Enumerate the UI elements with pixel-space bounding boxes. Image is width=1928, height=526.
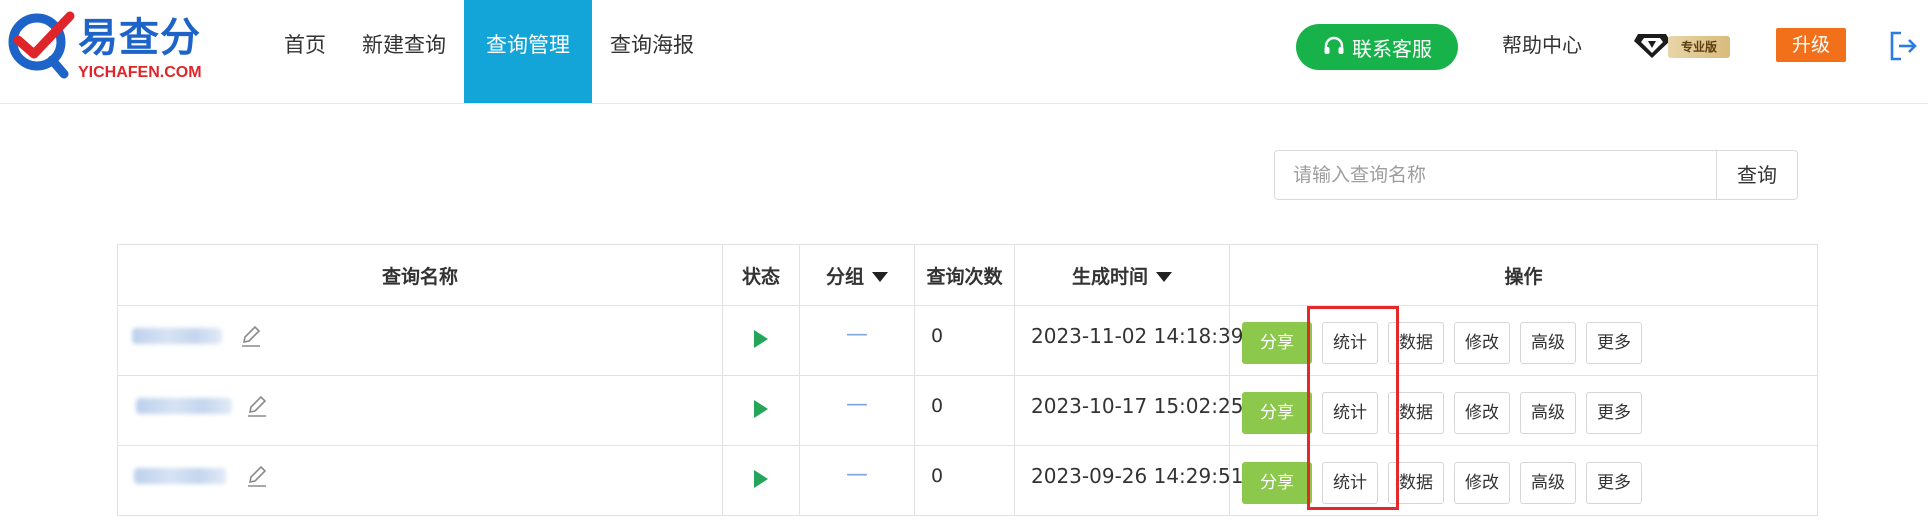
- column-header-name: 查询名称: [117, 244, 723, 306]
- advanced-button[interactable]: 高级: [1520, 322, 1576, 364]
- query-count: 0: [914, 375, 1015, 446]
- column-header-group[interactable]: 分组: [799, 244, 915, 306]
- data-button[interactable]: 数据: [1388, 392, 1444, 434]
- stats-button[interactable]: 统计: [1322, 462, 1378, 504]
- query-table: 查询名称 状态 分组 查询次数 生成时间 操作 — 0 2023-11-02 1…: [117, 244, 1818, 516]
- query-count: 0: [914, 445, 1015, 516]
- created-time: 2023-10-17 15:02:25: [1014, 375, 1243, 446]
- group-cell: —: [799, 305, 915, 376]
- edit-pencil-icon[interactable]: [240, 324, 262, 348]
- data-button[interactable]: 数据: [1388, 322, 1444, 364]
- edit-button[interactable]: 修改: [1454, 462, 1510, 504]
- play-icon[interactable]: [754, 330, 768, 348]
- advanced-button[interactable]: 高级: [1520, 462, 1576, 504]
- logo[interactable]: 易查分 YICHAFEN.COM: [4, 10, 214, 81]
- table-row: — 0 2023-11-02 14:18:39 分享 统计 数据 修改 高级 更…: [117, 305, 1818, 376]
- column-header-group-label: 分组: [825, 265, 864, 288]
- edit-pencil-icon[interactable]: [246, 464, 268, 488]
- table-row: — 0 2023-09-26 14:29:51 分享 统计 数据 修改 高级 更…: [117, 445, 1818, 516]
- column-header-status: 状态: [722, 244, 800, 306]
- query-name-cell: [117, 375, 723, 446]
- nav-home[interactable]: 首页: [266, 0, 344, 103]
- status-cell: [722, 445, 800, 516]
- nav-query-management[interactable]: 查询管理: [464, 0, 592, 103]
- status-cell: [722, 375, 800, 446]
- status-cell: [722, 305, 800, 376]
- share-button[interactable]: 分享: [1242, 322, 1312, 364]
- vip-level-label: 专业版: [1668, 36, 1730, 58]
- group-value[interactable]: —: [846, 392, 868, 417]
- blurred-query-name[interactable]: [136, 398, 232, 414]
- play-icon[interactable]: [754, 470, 768, 488]
- created-time: 2023-11-02 14:18:39: [1014, 305, 1243, 376]
- help-center-link[interactable]: 帮助中心: [1502, 30, 1582, 60]
- created-time: 2023-09-26 14:29:51: [1014, 445, 1243, 516]
- table-row: — 0 2023-10-17 15:02:25 分享 统计 数据 修改 高级 更…: [117, 375, 1818, 446]
- more-button[interactable]: 更多: [1586, 322, 1642, 364]
- search-input[interactable]: [1275, 151, 1716, 199]
- edit-pencil-icon[interactable]: [246, 394, 268, 418]
- table-header-row: 查询名称 状态 分组 查询次数 生成时间 操作: [117, 244, 1818, 306]
- stats-button[interactable]: 统计: [1322, 322, 1378, 364]
- stats-button[interactable]: 统计: [1322, 392, 1378, 434]
- query-name-cell: [117, 445, 723, 516]
- more-button[interactable]: 更多: [1586, 462, 1642, 504]
- search-box: 查询: [1274, 150, 1798, 200]
- column-header-time[interactable]: 生成时间: [1014, 244, 1230, 306]
- blurred-query-name[interactable]: [132, 328, 222, 344]
- ops-cell: 分享 统计 数据 修改 高级 更多: [1229, 305, 1818, 376]
- column-header-time-label: 生成时间: [1071, 265, 1148, 288]
- top-header: 易查分 YICHAFEN.COM 首页 新建查询 查询管理 查询海报 联系客服 …: [0, 0, 1928, 104]
- logo-icon: [8, 11, 75, 79]
- column-header-ops: 操作: [1229, 244, 1818, 306]
- main-nav: 首页 新建查询 查询管理 查询海报: [266, 0, 712, 103]
- logo-subtext: YICHAFEN.COM: [78, 64, 202, 81]
- upgrade-button[interactable]: 升级: [1776, 28, 1846, 62]
- group-value[interactable]: —: [846, 462, 868, 487]
- dropdown-arrow-icon: [872, 272, 888, 282]
- contact-support-label: 联系客服: [1352, 36, 1432, 61]
- advanced-button[interactable]: 高级: [1520, 392, 1576, 434]
- share-button[interactable]: 分享: [1242, 462, 1312, 504]
- nav-query-poster[interactable]: 查询海报: [592, 0, 712, 103]
- blurred-query-name[interactable]: [134, 468, 226, 484]
- data-button[interactable]: 数据: [1388, 462, 1444, 504]
- headset-icon: [1324, 36, 1344, 54]
- nav-new-query[interactable]: 新建查询: [344, 0, 464, 103]
- group-cell: —: [799, 375, 915, 446]
- column-header-count: 查询次数: [914, 244, 1015, 306]
- share-button[interactable]: 分享: [1242, 392, 1312, 434]
- vip-badge[interactable]: 专业版: [1632, 30, 1732, 60]
- query-count: 0: [914, 305, 1015, 376]
- search-button[interactable]: 查询: [1716, 151, 1797, 199]
- contact-support-button[interactable]: 联系客服: [1296, 24, 1458, 70]
- logo-text: 易查分: [78, 15, 201, 61]
- diamond-icon: [1634, 34, 1670, 58]
- ops-cell: 分享 统计 数据 修改 高级 更多: [1229, 445, 1818, 516]
- sort-arrow-icon: [1156, 272, 1172, 282]
- ops-cell: 分享 统计 数据 修改 高级 更多: [1229, 375, 1818, 446]
- edit-button[interactable]: 修改: [1454, 392, 1510, 434]
- edit-button[interactable]: 修改: [1454, 322, 1510, 364]
- query-name-cell: [117, 305, 723, 376]
- logout-icon[interactable]: [1888, 30, 1918, 62]
- group-cell: —: [799, 445, 915, 516]
- play-icon[interactable]: [754, 400, 768, 418]
- group-value[interactable]: —: [846, 322, 868, 347]
- more-button[interactable]: 更多: [1586, 392, 1642, 434]
